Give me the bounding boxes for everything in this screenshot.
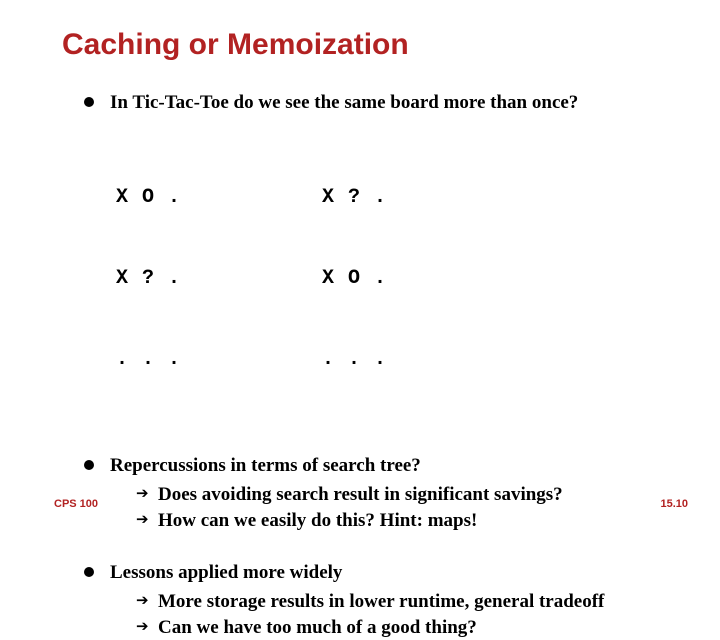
slide: Caching or Memoization In Tic-Tac-Toe do… [0,0,720,540]
cell: . [374,184,400,211]
cell: X [322,265,348,292]
bullet-2-sub-2: How can we easily do this? Hint: maps! [136,508,666,534]
bullet-list: In Tic-Tac-Toe do we see the same board … [84,90,666,640]
cell: . [168,265,194,292]
board-left: XO. X?. ... [116,130,236,427]
footer: CPS 100 15.10 [54,498,688,510]
tic-tac-toe-boards: XO. X?. ... X?. XO. ... [116,130,666,427]
course-code: CPS 100 [54,498,98,510]
cell: . [374,265,400,292]
bullet-2: Repercussions in terms of search tree? D… [84,453,666,534]
bullet-3-sublist: More storage results in lower runtime, g… [136,589,666,640]
bullet-3-text: Lessons applied more widely [110,562,342,583]
cell: O [348,265,374,292]
cell: ? [142,265,168,292]
cell: . [348,346,374,373]
bullet-3-sub-2: Can we have too much of a good thing? [136,615,666,640]
cell: X [322,184,348,211]
cell: . [168,184,194,211]
bullet-2-text: Repercussions in terms of search tree? [110,455,421,476]
cell: . [116,346,142,373]
cell: . [374,346,400,373]
bullet-1-text: In Tic-Tac-Toe do we see the same board … [110,92,578,113]
cell: . [142,346,168,373]
page-number: 15.10 [660,498,688,510]
cell: ? [348,184,374,211]
cell: X [116,184,142,211]
board-right: X?. XO. ... [322,130,442,427]
bullet-3: Lessons applied more widely More storage… [84,560,666,640]
cell: X [116,265,142,292]
bullet-1: In Tic-Tac-Toe do we see the same board … [84,90,666,427]
cell: . [322,346,348,373]
cell: O [142,184,168,211]
bullet-3-sub-1: More storage results in lower runtime, g… [136,589,666,615]
cell: . [168,346,194,373]
slide-title: Caching or Memoization [62,28,666,62]
